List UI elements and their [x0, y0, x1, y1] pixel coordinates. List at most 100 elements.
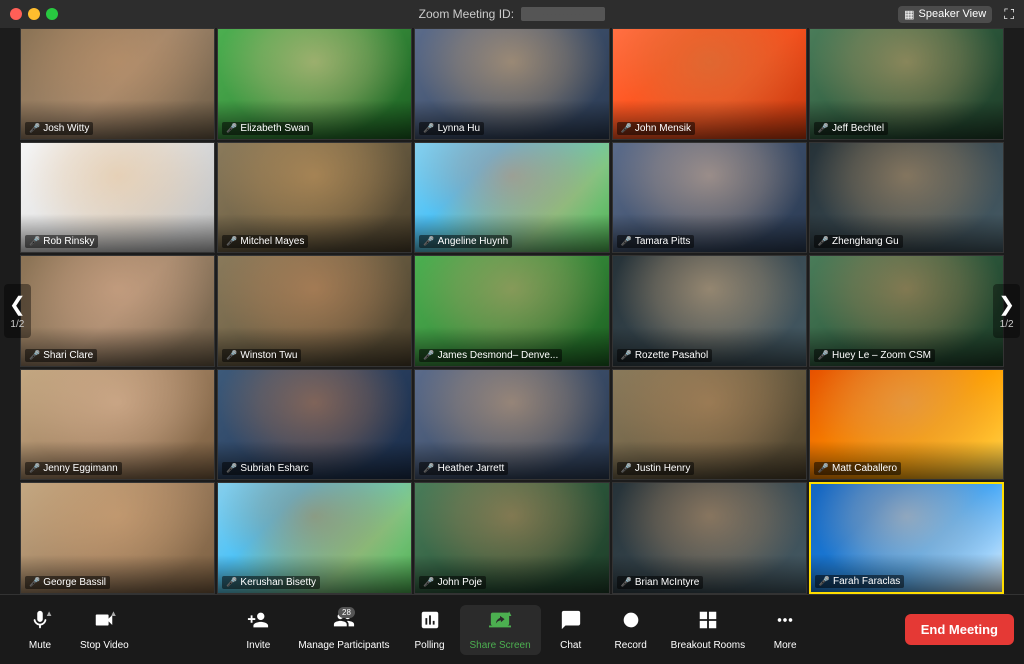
video-cell[interactable]: 🎤Mitchel Mayes [217, 142, 412, 254]
muted-mic-icon: 🎤 [621, 123, 632, 134]
share-screen-button[interactable]: ▲ Share Screen [460, 605, 541, 655]
video-cell[interactable]: 🎤Rob Rinsky [20, 142, 215, 254]
muted-mic-icon: 🎤 [226, 123, 237, 134]
end-meeting-button[interactable]: End Meeting [905, 614, 1014, 645]
participant-name: 🎤Kerushan Bisetty [222, 576, 320, 589]
video-cell[interactable]: 🎤Huey Le – Zoom CSM [809, 255, 1004, 367]
muted-mic-icon: 🎤 [621, 236, 632, 247]
video-cell[interactable]: 🎤Winston Twu [217, 255, 412, 367]
manage-participants-button[interactable]: 28 Manage Participants [288, 605, 399, 655]
video-cell[interactable]: 🎤Subriah Esharc [217, 369, 412, 481]
muted-mic-icon: 🎤 [423, 463, 434, 474]
participant-name: 🎤Angeline Huynh [419, 235, 512, 248]
participant-name: 🎤Rob Rinsky [25, 235, 98, 248]
invite-button[interactable]: Invite [228, 605, 288, 655]
participant-name: 🎤Matt Caballero [814, 462, 901, 475]
speaker-view-button[interactable]: ▦ Speaker View [898, 6, 992, 23]
titlebar: Zoom Meeting ID: ··········· ▦ Speaker V… [0, 0, 1024, 28]
muted-mic-icon: 🎤 [226, 350, 237, 361]
chat-button[interactable]: Chat [541, 605, 601, 655]
speaker-view-icon: ▦ [904, 8, 914, 21]
video-cell[interactable]: 🎤Jeff Bechtel [809, 28, 1004, 140]
video-icon: ▲ [93, 609, 115, 637]
muted-mic-icon: 🎤 [621, 350, 632, 361]
participant-name: 🎤Shari Clare [25, 349, 97, 362]
participant-name: 🎤Justin Henry [617, 462, 695, 475]
muted-mic-icon: 🎤 [29, 350, 40, 361]
participant-name: 🎤Tamara Pitts [617, 235, 695, 248]
next-page-button[interactable]: ❯ 1/2 [993, 284, 1020, 338]
main-video-area: ❮ 1/2 🎤Josh Witty 🎤Elizabeth Swan 🎤Lynna H… [0, 28, 1024, 594]
close-button[interactable] [10, 8, 22, 20]
muted-mic-icon: 🎤 [818, 123, 829, 134]
muted-mic-icon: 🎤 [621, 463, 632, 474]
share-screen-icon: ▲ [489, 609, 511, 637]
participant-name: 🎤Lynna Hu [419, 122, 484, 135]
breakout-rooms-icon [697, 609, 719, 637]
video-cell[interactable]: 🎤Josh Witty [20, 28, 215, 140]
fullscreen-button[interactable]: ⛶ [1004, 6, 1014, 23]
toolbar-center: Invite 28 Manage Participants Polling [228, 605, 815, 655]
participant-name: 🎤John Poje [419, 576, 486, 589]
participant-name: 🎤Farah Faraclas [815, 575, 904, 588]
traffic-lights [10, 8, 58, 20]
muted-mic-icon: 🎤 [818, 463, 829, 474]
video-cell[interactable]: 🎤Elizabeth Swan [217, 28, 412, 140]
video-cell[interactable]: 🎤Kerushan Bisetty [217, 482, 412, 594]
stop-video-button[interactable]: ▲ Stop Video [70, 605, 139, 655]
muted-mic-icon: 🎤 [29, 577, 40, 588]
video-cell[interactable]: 🎤Zhenghang Gu [809, 142, 1004, 254]
muted-mic-icon: 🎤 [423, 350, 434, 361]
more-button[interactable]: More [755, 605, 815, 655]
record-icon [620, 609, 642, 637]
video-cell[interactable]: 🎤Brian McIntyre [612, 482, 807, 594]
participant-name: 🎤Elizabeth Swan [222, 122, 313, 135]
video-cell[interactable]: 🎤Shari Clare [20, 255, 215, 367]
mute-button[interactable]: ▲ Mute [10, 605, 70, 655]
video-cell[interactable]: 🎤Lynna Hu [414, 28, 609, 140]
prev-page-button[interactable]: ❮ 1/2 [4, 284, 31, 338]
meeting-title: Zoom Meeting ID: ··········· [419, 7, 606, 21]
toolbar-right: End Meeting [905, 614, 1014, 645]
participant-name: 🎤Brian McIntyre [617, 576, 704, 589]
video-cell[interactable]: 🎤John Mensik [612, 28, 807, 140]
video-cell[interactable]: 🎤John Poje [414, 482, 609, 594]
video-cell[interactable]: 🎤Tamara Pitts [612, 142, 807, 254]
muted-mic-icon: 🎤 [29, 123, 40, 134]
video-cell[interactable]: 🎤James Desmond– Denve... [414, 255, 609, 367]
muted-mic-icon: 🎤 [226, 577, 237, 588]
participant-name: 🎤Subriah Esharc [222, 462, 313, 475]
muted-mic-icon: 🎤 [621, 577, 632, 588]
participants-icon: 28 [333, 609, 355, 637]
more-icon [774, 609, 796, 637]
video-cell[interactable]: 🎤Farah Faraclas [809, 482, 1004, 594]
muted-mic-icon: 🎤 [818, 350, 829, 361]
muted-mic-icon: 🎤 [423, 123, 434, 134]
speaker-view-controls: ▦ Speaker View ⛶ [898, 6, 1014, 23]
toolbar: ▲ Mute ▲ Stop Video Invite [0, 594, 1024, 664]
minimize-button[interactable] [28, 8, 40, 20]
maximize-button[interactable] [46, 8, 58, 20]
video-cell[interactable]: 🎤Heather Jarrett [414, 369, 609, 481]
video-cell[interactable]: 🎤Justin Henry [612, 369, 807, 481]
video-cell[interactable]: 🎤Angeline Huynh [414, 142, 609, 254]
mute-icon: ▲ [29, 609, 51, 637]
muted-mic-icon: 🎤 [819, 576, 830, 587]
breakout-rooms-button[interactable]: Breakout Rooms [661, 605, 755, 655]
muted-mic-icon: 🎤 [29, 463, 40, 474]
video-cell[interactable]: 🎤George Bassil [20, 482, 215, 594]
record-button[interactable]: Record [601, 605, 661, 655]
polling-button[interactable]: Polling [400, 605, 460, 655]
toolbar-left: ▲ Mute ▲ Stop Video [10, 605, 139, 655]
participant-name: 🎤James Desmond– Denve... [419, 349, 562, 362]
video-cell[interactable]: 🎤Rozette Pasahol [612, 255, 807, 367]
video-grid: 🎤Josh Witty 🎤Elizabeth Swan 🎤Lynna Hu 🎤John… [20, 28, 1004, 594]
video-cell[interactable]: 🎤Jenny Eggimann [20, 369, 215, 481]
muted-mic-icon: 🎤 [29, 236, 40, 247]
video-cell[interactable]: 🎤Matt Caballero [809, 369, 1004, 481]
participant-name: 🎤Rozette Pasahol [617, 349, 713, 362]
participant-name: 🎤John Mensik [617, 122, 695, 135]
muted-mic-icon: 🎤 [226, 236, 237, 247]
participant-name: 🎤Mitchel Mayes [222, 235, 308, 248]
participant-name: 🎤Jenny Eggimann [25, 462, 122, 475]
